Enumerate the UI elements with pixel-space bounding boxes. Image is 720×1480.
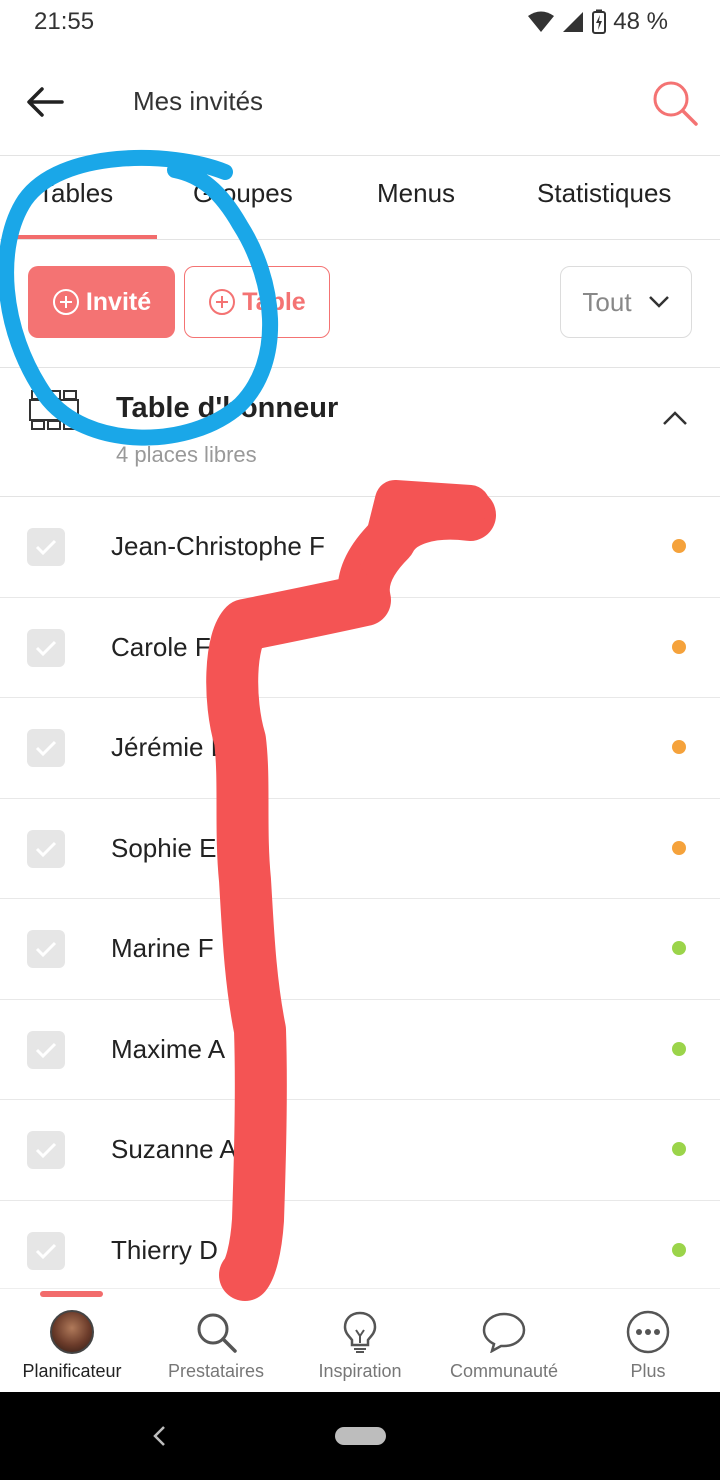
nav-label: Inspiration xyxy=(318,1361,402,1381)
guest-name: Carole F xyxy=(111,631,211,662)
wifi-icon xyxy=(528,11,555,32)
guest-row[interactable]: Jérémie E xyxy=(0,698,720,799)
nav-label: Prestataires xyxy=(167,1361,265,1381)
guest-status-dot xyxy=(672,639,686,654)
check-icon xyxy=(35,1243,57,1259)
battery-percent: 48 % xyxy=(613,8,668,35)
search-icon xyxy=(197,1313,237,1353)
guest-name: Jean-Christophe F xyxy=(111,531,325,561)
guest-row[interactable]: Maxime A xyxy=(0,1000,720,1100)
add-table-label: Table xyxy=(242,287,306,316)
action-row: Invité Table Tout xyxy=(0,240,720,368)
guest-name: Jérémie E xyxy=(111,732,229,762)
guest-row[interactable]: Jean-Christophe F xyxy=(0,497,720,598)
tab-bar: Tables Groupes Menus Statistiques xyxy=(0,156,720,240)
guest-status-dot xyxy=(672,539,686,553)
tab-menus[interactable]: Menus xyxy=(377,178,455,209)
check-icon xyxy=(35,539,57,556)
arrow-left-icon xyxy=(27,87,64,117)
check-icon xyxy=(35,640,57,656)
nav-label: Communauté xyxy=(449,1361,559,1381)
check-icon xyxy=(35,941,57,958)
system-nav-bar xyxy=(0,1392,720,1480)
app-bar: Mes invités xyxy=(0,48,720,156)
chevron-up-icon[interactable] xyxy=(660,406,690,430)
guest-checkbox[interactable] xyxy=(27,930,65,968)
search-button[interactable] xyxy=(650,78,700,128)
status-time: 21:55 xyxy=(34,8,95,35)
table-section-header[interactable]: Table d'honneur 4 places libres xyxy=(0,368,720,497)
guest-checkbox[interactable] xyxy=(27,628,65,667)
guest-checkbox[interactable] xyxy=(27,1030,65,1069)
back-button[interactable] xyxy=(24,82,68,122)
table-free-places: 4 places libres xyxy=(116,442,257,467)
guest-list: Jean-Christophe F Carole F Jérémie E Sophie… xyxy=(0,497,720,1301)
system-home-pill[interactable] xyxy=(335,1427,386,1445)
guest-checkbox[interactable] xyxy=(27,729,65,767)
plus-circle-icon xyxy=(52,289,79,315)
avatar xyxy=(50,1310,94,1354)
add-guest-button[interactable]: Invité xyxy=(28,266,175,338)
nav-communaute[interactable]: Communauté xyxy=(432,1309,576,1382)
guest-status-dot xyxy=(672,941,686,955)
nav-label: Plus xyxy=(630,1361,666,1381)
nav-plus[interactable]: Plus xyxy=(576,1309,720,1382)
guest-name: Suzanne A xyxy=(111,1134,237,1164)
nav-label: Planificateur xyxy=(22,1361,122,1381)
page-title: Mes invités xyxy=(133,86,264,116)
guest-status-dot xyxy=(672,1142,686,1156)
check-icon xyxy=(35,1142,57,1159)
guest-status-dot xyxy=(672,740,686,754)
active-tab-indicator xyxy=(14,235,157,239)
guest-name: Maxime A xyxy=(111,1033,226,1064)
search-icon xyxy=(653,81,698,126)
nav-prestataires[interactable]: Prestataires xyxy=(144,1309,288,1382)
nav-inspiration[interactable]: Inspiration xyxy=(288,1309,432,1382)
guest-row[interactable]: Suzanne A xyxy=(0,1100,720,1201)
system-back-icon[interactable] xyxy=(150,1424,170,1448)
add-guest-label: Invité xyxy=(85,287,152,316)
table-icon xyxy=(29,390,79,430)
guest-status-dot xyxy=(672,840,686,855)
guest-name: Sophie E xyxy=(111,832,217,863)
check-icon xyxy=(35,1042,57,1058)
chevron-down-icon xyxy=(648,296,669,308)
guest-status-dot xyxy=(672,1041,686,1056)
guest-name: Thierry D xyxy=(111,1234,218,1265)
add-table-button[interactable]: Table xyxy=(184,266,330,338)
guest-status-dot xyxy=(672,1242,686,1257)
status-icons: 48 % xyxy=(527,8,668,36)
signal-icon xyxy=(563,12,584,32)
nav-planificateur[interactable]: Planificateur xyxy=(0,1309,144,1382)
tab-tables[interactable]: Tables xyxy=(38,178,113,209)
guest-checkbox[interactable] xyxy=(27,1131,65,1169)
bottom-nav: Planificateur Prestataires Inspiration C… xyxy=(0,1288,720,1392)
status-bar: 21:55 48 % xyxy=(0,0,720,48)
guest-checkbox[interactable] xyxy=(27,1231,65,1270)
guest-row[interactable]: Marine F xyxy=(0,899,720,1000)
active-nav-indicator xyxy=(40,1291,103,1297)
guest-checkbox[interactable] xyxy=(27,528,65,566)
battery-icon xyxy=(592,9,607,34)
guest-name: Marine F xyxy=(111,933,214,963)
table-name: Table d'honneur xyxy=(116,392,339,424)
guest-row[interactable]: Thierry D xyxy=(0,1201,720,1301)
guest-row[interactable]: Sophie E xyxy=(0,799,720,899)
filter-value: Tout xyxy=(582,286,632,317)
check-icon xyxy=(35,841,57,857)
filter-select[interactable]: Tout xyxy=(560,266,692,338)
guest-row[interactable]: Carole F xyxy=(0,598,720,698)
tab-statistiques[interactable]: Statistiques xyxy=(537,178,671,209)
chat-bubble-icon xyxy=(482,1312,526,1353)
check-icon xyxy=(35,740,57,757)
more-icon xyxy=(626,1310,670,1354)
guest-checkbox[interactable] xyxy=(27,829,65,868)
lightbulb-icon xyxy=(343,1311,377,1353)
tab-groupes[interactable]: Groupes xyxy=(193,178,293,209)
plus-circle-icon xyxy=(209,289,236,315)
